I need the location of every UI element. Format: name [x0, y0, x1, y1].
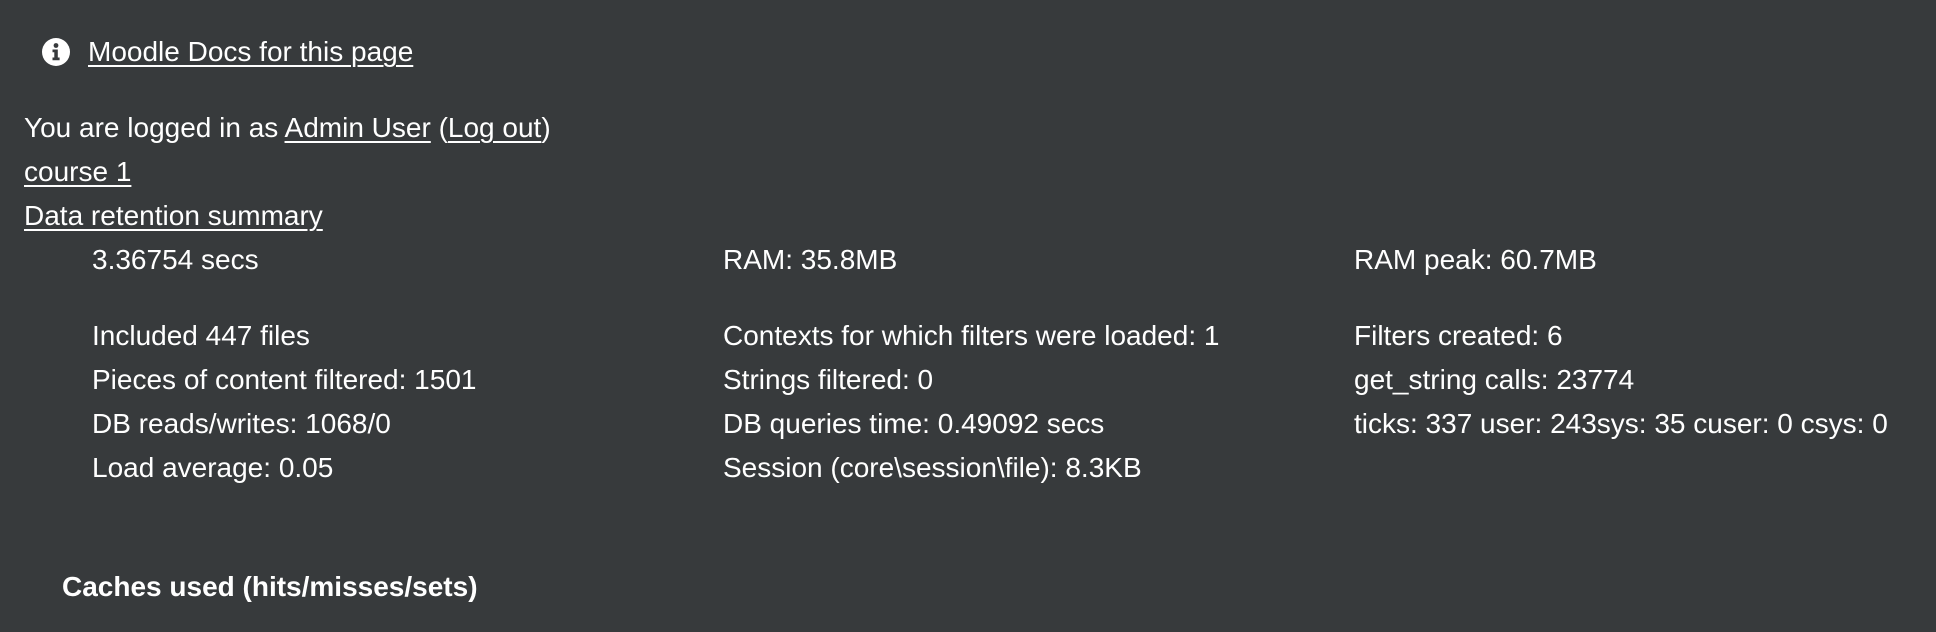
logout-link[interactable]: Log out — [448, 112, 541, 143]
close-paren: ) — [541, 112, 551, 143]
filters-created: Filters created: 6 — [1354, 320, 1563, 351]
perf-row: Included 447 files Contexts for which fi… — [92, 314, 1932, 358]
performance-info: 3.36754 secs RAM: 35.8MB RAM peak: 60.7M… — [92, 238, 1932, 490]
db-reads-writes: DB reads/writes: 1068/0 — [92, 408, 391, 439]
ram-peak: RAM peak: 60.7MB — [1354, 244, 1597, 275]
open-paren: ( — [430, 112, 448, 143]
db-queries-time: DB queries time: 0.49092 secs — [723, 408, 1105, 439]
login-line: You are logged in as Admin User (Log out… — [24, 106, 551, 150]
course-link[interactable]: course 1 — [24, 156, 131, 187]
moodle-docs-link[interactable]: Moodle Docs for this page — [88, 36, 413, 68]
page-time: 3.36754 secs — [92, 244, 259, 275]
data-retention-summary-link[interactable]: Data retention summary — [24, 200, 323, 231]
ticks: ticks: 337 user: 243sys: 35 cuser: 0 csy… — [1354, 408, 1888, 439]
caches-heading: Caches used (hits/misses/sets) — [62, 571, 478, 602]
contexts-filters-loaded: Contexts for which filters were loaded: … — [723, 320, 1220, 351]
moodle-docs-link-row: Moodle Docs for this page — [40, 30, 413, 74]
login-info: You are logged in as Admin User (Log out… — [24, 106, 551, 238]
perf-row: Load average: 0.05 Session (core\session… — [92, 446, 1932, 490]
perf-row: 3.36754 secs RAM: 35.8MB RAM peak: 60.7M… — [92, 238, 1932, 282]
included-files: Included 447 files — [92, 320, 310, 351]
perf-row: Pieces of content filtered: 1501 Strings… — [92, 358, 1932, 402]
strings-filtered: Strings filtered: 0 — [723, 364, 934, 395]
pieces-filtered: Pieces of content filtered: 1501 — [92, 364, 477, 395]
empty-cell — [1354, 446, 1932, 490]
perf-row: DB reads/writes: 1068/0 DB queries time:… — [92, 402, 1932, 446]
session-size: Session (core\session\file): 8.3KB — [723, 452, 1142, 483]
load-average: Load average: 0.05 — [92, 452, 334, 483]
user-profile-link[interactable]: Admin User — [285, 112, 431, 143]
info-circle-icon — [40, 36, 72, 68]
get-string-calls: get_string calls: 23774 — [1354, 364, 1635, 395]
login-prefix: You are logged in as — [24, 112, 285, 143]
ram-usage: RAM: 35.8MB — [723, 244, 898, 275]
